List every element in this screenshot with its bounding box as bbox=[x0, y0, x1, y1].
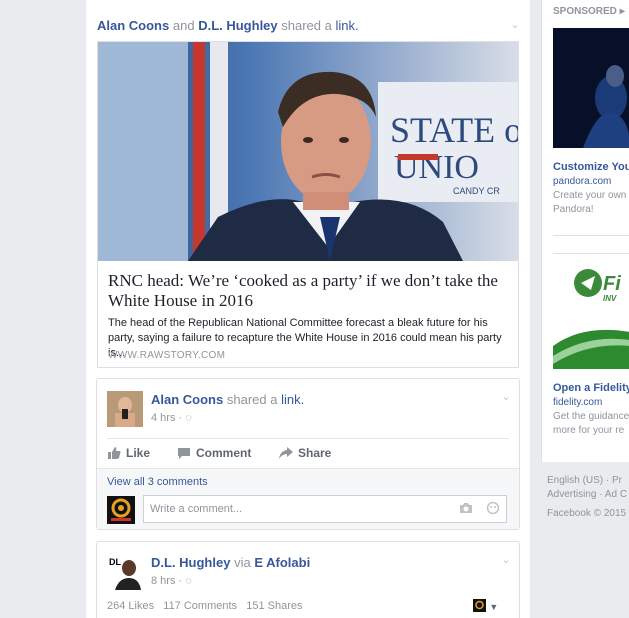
comment-input[interactable]: Write a comment... bbox=[143, 495, 507, 523]
engagement-stats: 264 Likes 117 Comments 151 Shares bbox=[107, 600, 302, 612]
link-domain: WWW.RAWSTORY.COM bbox=[108, 350, 226, 361]
shared-story: DL D.L. Hughley via E Afolabi 8 hrs · ◌ … bbox=[96, 541, 520, 618]
chevron-down-icon[interactable]: ⌄ bbox=[501, 555, 511, 566]
comment-icon bbox=[177, 447, 191, 459]
comments-count[interactable]: 117 Comments bbox=[163, 600, 237, 612]
globe-icon: ◌ bbox=[185, 575, 192, 587]
comment-button[interactable]: Comment bbox=[177, 446, 251, 460]
ad-text-line: more for your re bbox=[553, 425, 625, 436]
footer-links[interactable]: English (US) · Pr bbox=[547, 474, 622, 488]
divider bbox=[553, 235, 629, 236]
chevron-down-icon[interactable]: ⌄ bbox=[501, 392, 511, 403]
sponsored-label: SPONSORED ▸ bbox=[553, 6, 625, 17]
ad-domain[interactable]: fidelity.com bbox=[553, 397, 602, 408]
ad-text-line: Get the guidance bbox=[553, 411, 629, 422]
actor-avatar-icon bbox=[473, 599, 486, 612]
right-sidebar: SPONSORED ▸ Customize You pandora.com Cr… bbox=[541, 0, 629, 618]
svg-text:DL: DL bbox=[109, 557, 121, 567]
sponsored-text: SPONSORED bbox=[553, 6, 617, 17]
actor-selector[interactable]: ▼ bbox=[473, 599, 501, 613]
globe-icon: ◌ bbox=[185, 412, 192, 424]
story-header: D.L. Hughley via E Afolabi bbox=[151, 555, 310, 570]
ads-column: SPONSORED ▸ Customize You pandora.com Cr… bbox=[541, 0, 629, 462]
likes-count[interactable]: 264 Likes bbox=[107, 600, 154, 612]
story-object-link[interactable]: link. bbox=[335, 18, 358, 33]
share-arrow-icon bbox=[279, 447, 293, 459]
share-button[interactable]: Share bbox=[279, 446, 331, 460]
action-bar: Like Comment Share bbox=[107, 438, 509, 468]
sticker-icon[interactable] bbox=[486, 501, 500, 515]
share-label: Share bbox=[298, 446, 332, 460]
story-action: shared a bbox=[226, 392, 278, 407]
story-object-link[interactable]: link. bbox=[281, 392, 304, 407]
fidelity-logo-subtext: INV bbox=[603, 294, 617, 303]
footer-links[interactable]: Advertising · Ad C bbox=[547, 488, 627, 502]
camera-icon[interactable] bbox=[459, 502, 473, 514]
fidelity-ad-image[interactable]: Fi INV bbox=[553, 253, 629, 369]
author-link[interactable]: Alan Coons bbox=[97, 18, 169, 33]
timestamp[interactable]: 8 hrs · ◌ bbox=[151, 575, 192, 587]
author-link[interactable]: Alan Coons bbox=[151, 392, 223, 407]
thumbs-up-icon bbox=[107, 447, 121, 459]
chevron-down-icon[interactable]: ⌄ bbox=[510, 20, 520, 31]
link-title[interactable]: RNC head: We’re ‘cooked as a party’ if w… bbox=[108, 271, 510, 311]
like-button[interactable]: Like bbox=[107, 446, 150, 460]
copyright: Facebook © 2015 bbox=[547, 508, 627, 519]
timestamp-text: 8 hrs · bbox=[151, 575, 183, 587]
avatar[interactable]: DL bbox=[107, 554, 143, 590]
author-link[interactable]: D.L. Hughley bbox=[198, 18, 277, 33]
ad-title[interactable]: Open a Fidelity bbox=[553, 382, 629, 394]
ad-domain[interactable]: pandora.com bbox=[553, 176, 611, 187]
ad-text-line: Pandora! bbox=[553, 204, 594, 215]
timestamp[interactable]: 4 hrs · ◌ bbox=[151, 412, 192, 424]
news-feed: Alan Coons and D.L. Hughley shared a lin… bbox=[86, 0, 530, 618]
comments-section: View all 3 comments Write a comment... bbox=[97, 468, 519, 529]
author-link[interactable]: D.L. Hughley bbox=[151, 555, 230, 570]
fidelity-logo-text: Fi bbox=[603, 273, 621, 295]
ad-text-line: Create your own bbox=[553, 190, 627, 201]
shares-count[interactable]: 151 Shares bbox=[246, 600, 302, 612]
story-via: via bbox=[234, 555, 251, 570]
image-caption-line1: STATE of bbox=[390, 110, 518, 150]
link-image[interactable]: STATE of UNIO CANDY CR bbox=[98, 42, 518, 261]
caret-down-icon: ▼ bbox=[489, 602, 499, 612]
story-header: Alan Coons and D.L. Hughley shared a lin… bbox=[97, 18, 359, 33]
ad-title[interactable]: Customize You bbox=[553, 161, 629, 173]
view-all-comments-link[interactable]: View all 3 comments bbox=[107, 476, 208, 488]
timestamp-text: 4 hrs · bbox=[151, 412, 183, 424]
ad-choices-icon[interactable]: ▸ bbox=[620, 6, 625, 17]
avatar[interactable] bbox=[107, 391, 143, 427]
like-label: Like bbox=[126, 446, 151, 460]
via-author-link[interactable]: E Afolabi bbox=[254, 555, 310, 570]
current-user-avatar[interactable] bbox=[107, 496, 135, 524]
image-caption-line3: CANDY CR bbox=[453, 186, 500, 196]
story-conj: and bbox=[172, 18, 195, 33]
shared-link-story: Alan Coons and D.L. Hughley shared a lin… bbox=[86, 4, 530, 368]
comment-label: Comment bbox=[196, 446, 252, 460]
shared-link-story: Alan Coons shared a link. 4 hrs · ◌ ⌄ Li… bbox=[96, 378, 520, 530]
pandora-ad-image[interactable] bbox=[553, 28, 629, 148]
story-action: shared a bbox=[281, 18, 332, 33]
link-preview[interactable]: STATE of UNIO CANDY CR RNC head: We’r bbox=[97, 41, 519, 368]
story-header: Alan Coons shared a link. bbox=[151, 392, 304, 407]
